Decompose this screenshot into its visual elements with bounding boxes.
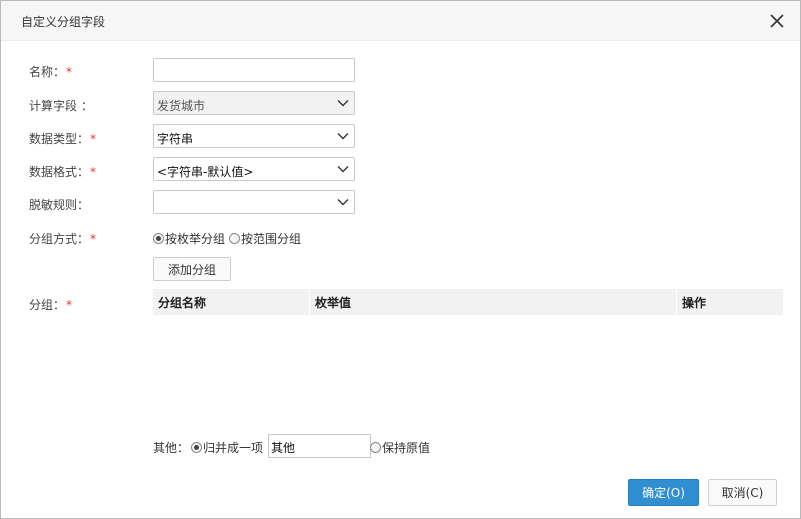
group-mode-enum-radio[interactable]: 按枚举分组 — [153, 230, 225, 247]
chevron-down-icon — [337, 199, 349, 206]
calc-field-select[interactable]: 发货城市 — [153, 91, 355, 115]
groups-label: 分组：* — [29, 298, 73, 312]
data-type-select[interactable]: 字符串 — [153, 124, 355, 148]
cancel-button[interactable]: 取消(C) — [708, 479, 777, 506]
column-header-actions[interactable]: 操作 — [677, 289, 783, 315]
radio-selected-icon — [191, 442, 202, 453]
data-type-label: 数据类型：* — [29, 132, 97, 146]
chevron-down-icon — [337, 133, 349, 140]
data-format-select[interactable]: <字符串-默认值> — [153, 157, 355, 181]
other-keep-radio[interactable]: 保持原值 — [370, 439, 430, 456]
custom-group-field-dialog: 自定义分组字段 名称：* 计算字段 ： 发货城市 数据类型：* 字符串 数据格式… — [0, 0, 801, 519]
masking-rule-select[interactable] — [153, 190, 355, 214]
radio-unselected-icon — [370, 442, 381, 453]
column-header-group-name[interactable]: 分组名称 — [153, 289, 310, 315]
radio-unselected-icon — [229, 233, 240, 244]
other-label: 其他： — [153, 441, 190, 455]
other-merge-value-input[interactable]: 其他 — [268, 434, 371, 458]
name-input[interactable] — [153, 58, 355, 82]
column-header-enum-values[interactable]: 枚举值 — [310, 289, 677, 315]
dialog-titlebar: 自定义分组字段 — [1, 1, 800, 41]
chevron-down-icon — [337, 166, 349, 173]
close-icon[interactable] — [767, 11, 787, 31]
calc-field-label: 计算字段 ： — [29, 99, 93, 113]
group-mode-label: 分组方式：* — [29, 232, 97, 246]
data-format-label: 数据格式：* — [29, 165, 97, 179]
name-label: 名称：* — [29, 65, 73, 79]
radio-selected-icon — [153, 233, 164, 244]
other-merge-radio[interactable]: 归并成一项 — [191, 439, 263, 456]
chevron-down-icon — [337, 100, 349, 107]
masking-rule-label: 脱敏规则： — [29, 198, 90, 212]
calc-field-value: 发货城市 — [157, 99, 206, 113]
groups-table-header: 分组名称 枚举值 操作 — [153, 289, 783, 315]
add-group-button[interactable]: 添加分组 — [153, 257, 231, 281]
dialog-title: 自定义分组字段 — [21, 15, 106, 29]
ok-button[interactable]: 确定(O) — [628, 479, 699, 506]
data-type-value: 字符串 — [157, 132, 194, 146]
data-format-value: <字符串-默认值> — [157, 165, 254, 179]
group-mode-range-radio[interactable]: 按范围分组 — [229, 230, 301, 247]
